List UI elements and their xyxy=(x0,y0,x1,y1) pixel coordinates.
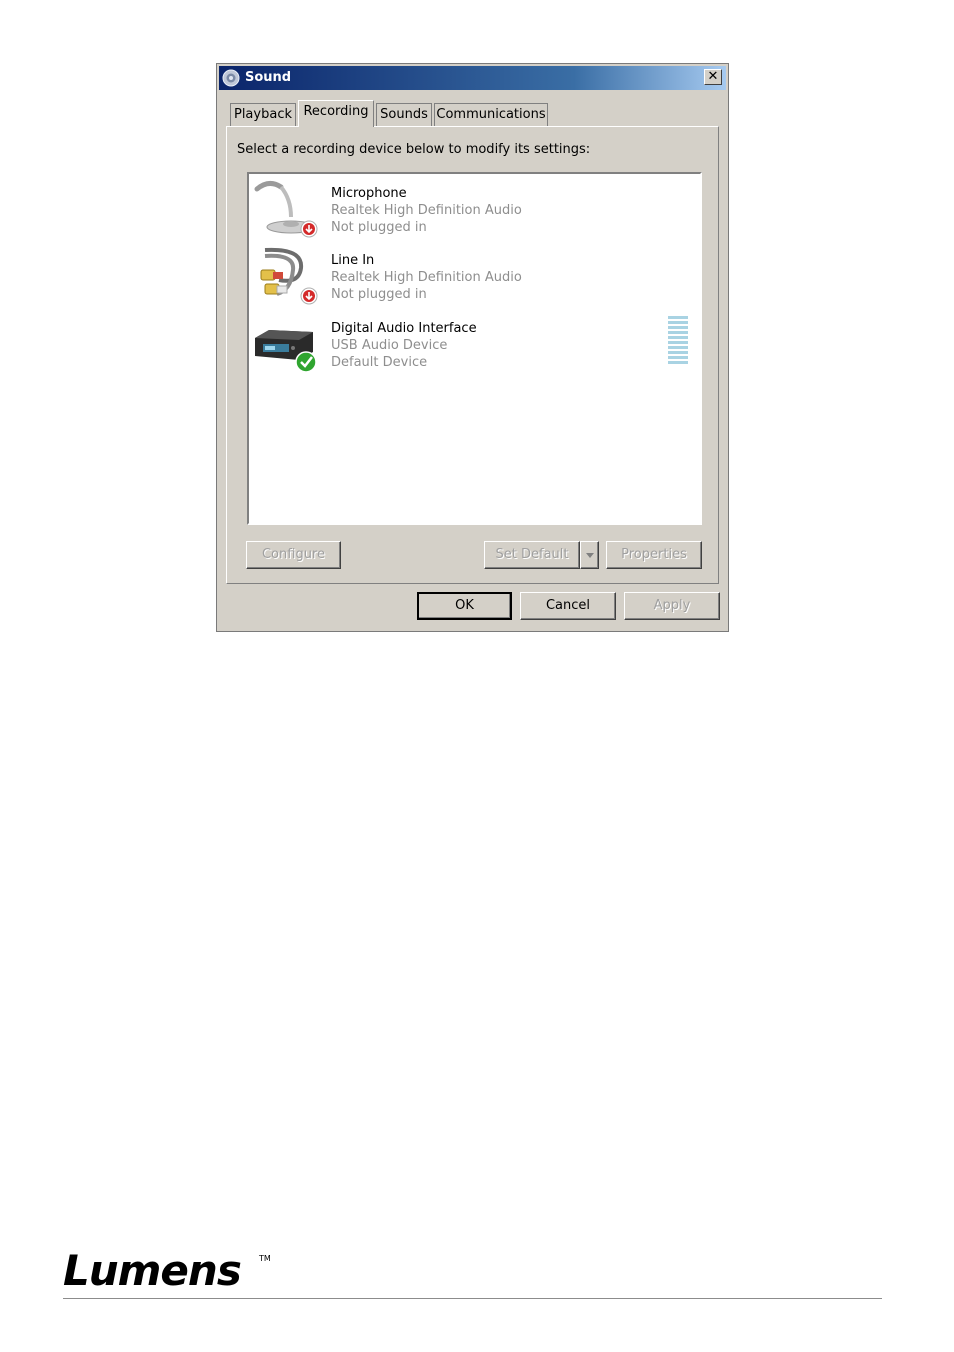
trademark-symbol: TM xyxy=(259,1254,271,1263)
device-status: Not plugged in xyxy=(331,220,427,235)
footer-divider xyxy=(63,1298,882,1299)
device-name: Line In xyxy=(331,253,375,268)
usb-audio-device-icon xyxy=(255,330,317,373)
device-item-digital-audio-interface[interactable]: Digital Audio Interface USB Audio Device… xyxy=(249,310,699,376)
close-button[interactable]: ✕ xyxy=(704,69,722,85)
device-status: Not plugged in xyxy=(331,287,427,302)
speaker-icon xyxy=(222,69,240,87)
level-meter xyxy=(668,316,688,368)
microphone-icon xyxy=(254,181,318,238)
tab-communications[interactable]: Communications xyxy=(434,103,548,126)
device-status: Default Device xyxy=(331,355,428,370)
instruction-text: Select a recording device below to modif… xyxy=(237,142,591,157)
device-item-microphone[interactable]: Microphone Realtek High Definition Audio… xyxy=(249,175,699,241)
device-item-line-in[interactable]: Line In Realtek High Definition Audio No… xyxy=(249,242,699,308)
chevron-down-icon xyxy=(586,553,594,558)
device-name: Digital Audio Interface xyxy=(331,321,477,336)
unplugged-badge-icon xyxy=(300,287,318,305)
tab-recording[interactable]: Recording xyxy=(298,100,374,127)
set-default-button[interactable]: Set Default xyxy=(484,541,580,569)
title-bar[interactable]: Sound ✕ xyxy=(219,66,726,90)
set-default-dropdown-button[interactable] xyxy=(580,541,599,569)
unplugged-badge-icon xyxy=(300,220,318,238)
device-name: Microphone xyxy=(331,186,407,201)
apply-button[interactable]: Apply xyxy=(624,592,720,620)
device-driver: USB Audio Device xyxy=(331,338,448,353)
device-driver: Realtek High Definition Audio xyxy=(331,270,522,285)
line-in-cable-icon xyxy=(260,247,318,305)
configure-button[interactable]: Configure xyxy=(246,541,341,569)
properties-button[interactable]: Properties xyxy=(606,541,702,569)
brand-name: Lumens xyxy=(63,1246,242,1295)
window-title: Sound xyxy=(245,70,292,85)
ok-button[interactable]: OK xyxy=(417,592,512,620)
device-driver: Realtek High Definition Audio xyxy=(331,203,522,218)
sound-dialog: Sound ✕ Playback Recording Sounds Commun… xyxy=(216,63,729,632)
tab-playback[interactable]: Playback xyxy=(230,103,296,126)
tab-sounds[interactable]: Sounds xyxy=(376,103,432,126)
recording-device-list[interactable]: Microphone Realtek High Definition Audio… xyxy=(247,172,702,525)
default-checkmark-icon xyxy=(295,351,317,373)
cancel-button[interactable]: Cancel xyxy=(520,592,616,620)
lumens-logo: Lumens TM xyxy=(63,1248,273,1294)
